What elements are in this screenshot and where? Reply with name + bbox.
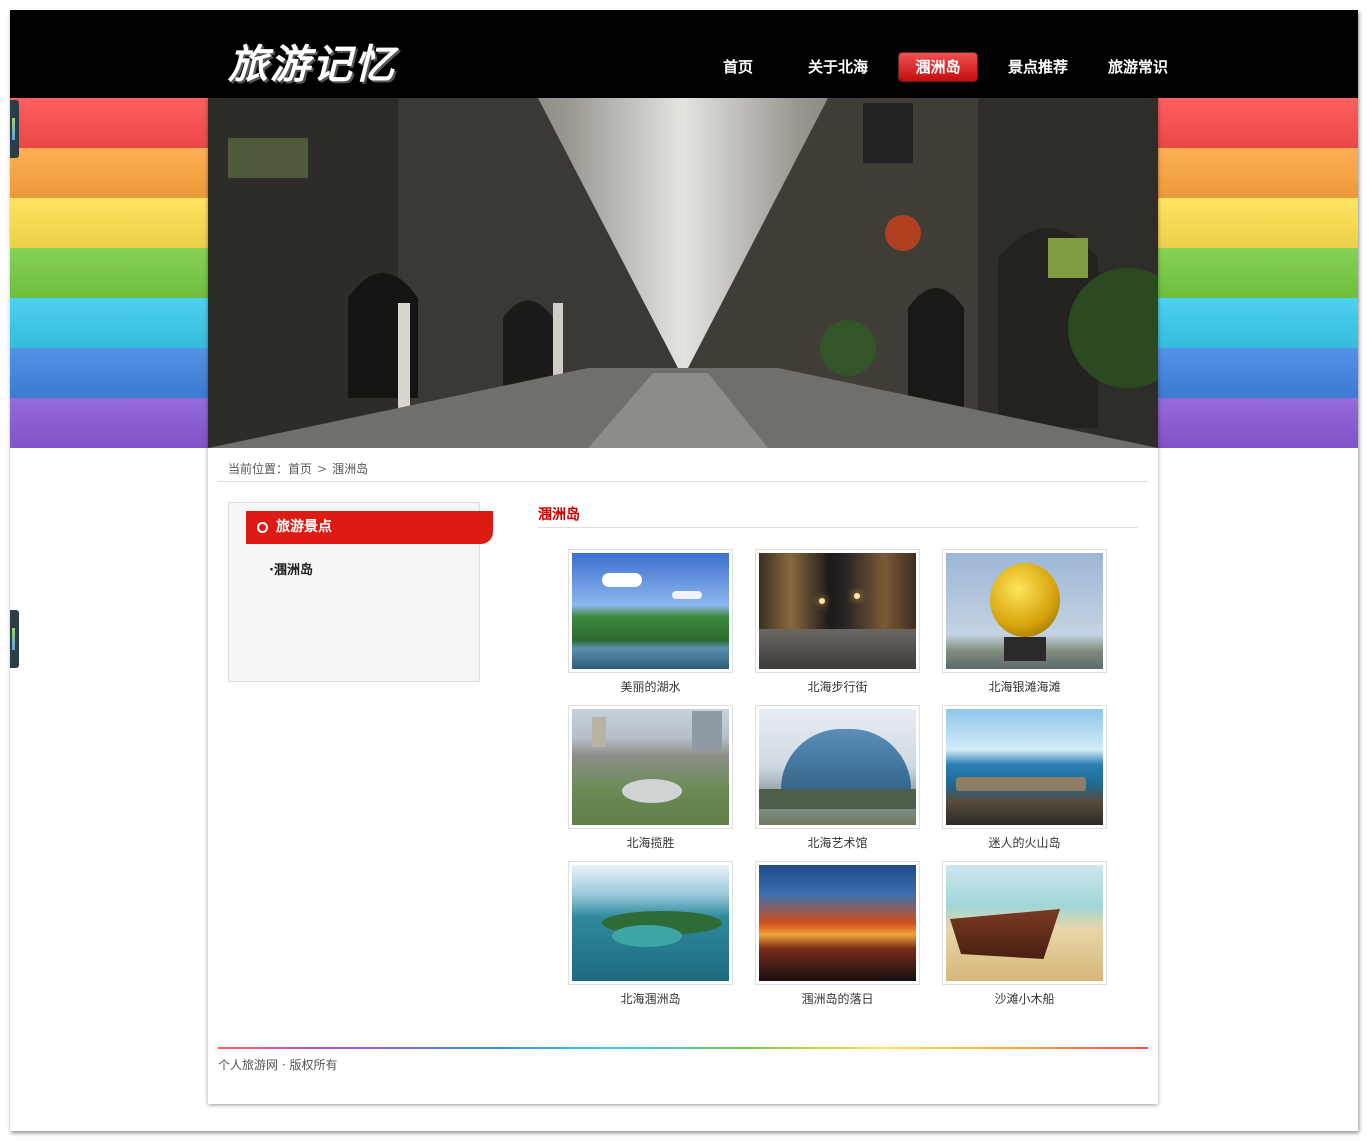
volcanic-coast-photo[interactable]	[942, 705, 1107, 829]
nav-item-label: 关于北海	[807, 58, 868, 76]
gallery-card: 美丽的湖水	[568, 549, 733, 695]
header-bar: 旅游记忆 首页 关于北海 涠洲岛 景点推荐 旅游常识	[10, 10, 1358, 98]
sidebar: 旅游景点 ·涠洲岛	[228, 502, 493, 682]
breadcrumb-prefix: 当前位置：	[228, 462, 289, 476]
gallery-card: 北海揽胜	[568, 705, 733, 851]
breadcrumb-divider	[218, 481, 1148, 482]
gallery-card: 涠洲岛的落日	[755, 861, 920, 1007]
site-logo[interactable]: 旅游记忆	[228, 32, 396, 90]
gallery-caption[interactable]: 北海揽胜	[568, 834, 733, 851]
footer-copyright: 个人旅游网 · 版权所有	[218, 1058, 338, 1072]
gallery-card: 北海涠洲岛	[568, 861, 733, 1007]
nav-item-travel-tips[interactable]: 旅游常识	[1088, 53, 1188, 81]
island-aerial-photo[interactable]	[568, 861, 733, 985]
sunset-photo[interactable]	[755, 861, 920, 985]
nav-item-about-beihai[interactable]: 关于北海	[788, 53, 888, 81]
golden-sculpture-photo[interactable]	[942, 549, 1107, 673]
nav-item-weizhou-island[interactable]: 涠洲岛	[888, 53, 988, 81]
nav-item-label: 旅游常识	[1107, 58, 1168, 76]
wooden-boat-photo[interactable]	[942, 861, 1107, 985]
sidebar-header: 旅游景点	[246, 511, 493, 544]
gallery-card: 北海银滩海滩	[942, 549, 1107, 695]
nav-item-label: 首页	[722, 58, 753, 76]
main-nav: 首页 关于北海 涠洲岛 景点推荐 旅游常识	[688, 53, 1188, 81]
gallery-caption[interactable]: 北海涠洲岛	[568, 990, 733, 1007]
sidebar-item-weizhou-island[interactable]: ·涠洲岛	[269, 559, 313, 578]
gallery-card: 沙滩小木船	[942, 861, 1107, 1007]
footer-rainbow-divider	[218, 1047, 1148, 1049]
gallery-caption[interactable]: 美丽的湖水	[568, 678, 733, 695]
breadcrumb-current: 涠洲岛	[332, 462, 369, 476]
chevron-right-icon: >	[317, 462, 328, 476]
sidebar-list: ·涠洲岛	[269, 559, 313, 578]
gallery-card: 迷人的火山岛	[942, 705, 1107, 851]
gallery-card: 北海步行街	[755, 549, 920, 695]
gallery-card: 北海艺术馆	[755, 705, 920, 851]
gallery-caption[interactable]: 涠洲岛的落日	[755, 990, 920, 1007]
banner-old-street-photo	[208, 98, 1158, 448]
street-night-photo[interactable]	[755, 549, 920, 673]
content-panel: 当前位置：首页 > 涠洲岛 旅游景点 ·涠洲岛 涠洲岛 美丽的湖水 北海步行街 …	[208, 98, 1158, 1104]
gallery-caption[interactable]: 北海艺术馆	[755, 834, 920, 851]
section-title: 涠洲岛	[538, 507, 580, 523]
nav-item-label: 景点推荐	[1007, 58, 1068, 76]
art-museum-photo[interactable]	[755, 705, 920, 829]
city-aerial-photo[interactable]	[568, 705, 733, 829]
gallery-caption[interactable]: 北海步行街	[755, 678, 920, 695]
section-divider	[538, 527, 1138, 528]
nav-item-attractions[interactable]: 景点推荐	[988, 53, 1088, 81]
sidebar-title: 旅游景点	[276, 519, 332, 535]
breadcrumb: 当前位置：首页 > 涠洲岛	[228, 460, 368, 477]
page-frame: 旅游记忆 首页 关于北海 涠洲岛 景点推荐 旅游常识 当前位置：首页 > 涠洲岛…	[10, 10, 1358, 1131]
nav-item-home[interactable]: 首页	[688, 53, 788, 81]
breadcrumb-home-link[interactable]: 首页	[288, 462, 312, 476]
gallery-caption[interactable]: 北海银滩海滩	[942, 678, 1107, 695]
circle-bullet-icon	[257, 522, 268, 533]
lake-photo[interactable]	[568, 549, 733, 673]
side-handle-top[interactable]	[10, 100, 19, 158]
gallery-caption[interactable]: 迷人的火山岛	[942, 834, 1107, 851]
nav-item-label: 涠洲岛	[899, 53, 977, 81]
gallery-caption[interactable]: 沙滩小木船	[942, 990, 1107, 1007]
side-handle-bottom[interactable]	[10, 610, 19, 668]
